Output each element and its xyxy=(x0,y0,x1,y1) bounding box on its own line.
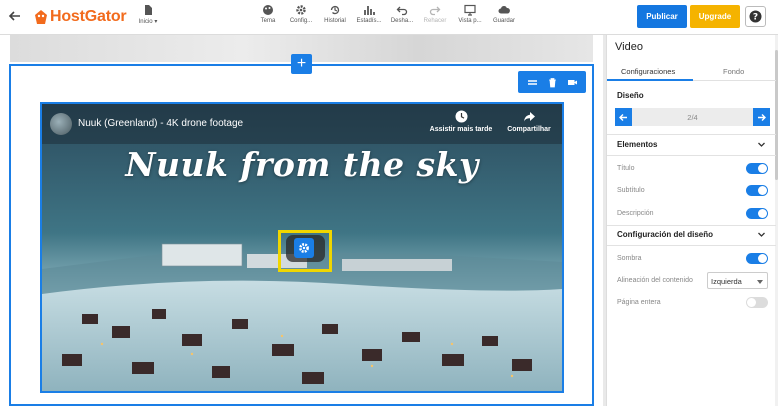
toolbar-estadisticas[interactable]: Estadís... xyxy=(354,4,384,32)
history-icon xyxy=(330,5,340,15)
elements-section-header[interactable]: Elementos xyxy=(617,140,657,149)
brand-name: HostGator xyxy=(50,8,127,25)
editor-canvas: + Nuuk (Greenland) - 4K drone footage As… xyxy=(0,35,603,406)
divider xyxy=(607,134,776,135)
alignment-select[interactable]: Izquierda xyxy=(707,272,768,289)
subtitle-toggle[interactable] xyxy=(746,185,768,196)
toolbar-guardar[interactable]: Guardar xyxy=(490,4,518,32)
design-pager: 2/4 xyxy=(615,108,770,126)
help-button[interactable]: ? xyxy=(745,6,766,27)
clock-icon xyxy=(455,110,467,123)
publish-button[interactable]: Publicar xyxy=(637,5,687,28)
gator-icon xyxy=(35,10,47,24)
alignment-value: Izquierda xyxy=(711,277,742,286)
panel-tabs: Configuraciones Fondo xyxy=(607,60,776,81)
brand-logo[interactable]: HostGator xyxy=(34,7,127,27)
gear-icon xyxy=(299,243,309,253)
tab-fondo[interactable]: Fondo xyxy=(723,67,744,76)
title-toggle[interactable] xyxy=(746,163,768,174)
page-icon xyxy=(145,5,152,15)
toolbar-config[interactable]: Config... xyxy=(287,4,315,32)
chevron-down-icon[interactable] xyxy=(757,140,766,149)
share-icon xyxy=(523,112,535,122)
plus-icon: + xyxy=(296,55,307,72)
block-settings-button[interactable] xyxy=(294,238,314,258)
toolbar-inicio[interactable]: Inicio ▾ xyxy=(133,4,163,32)
redo-icon xyxy=(429,6,441,16)
caret-down-icon xyxy=(757,280,763,284)
divider xyxy=(607,225,776,226)
video-player[interactable]: Nuuk (Greenland) - 4K drone footage Assi… xyxy=(40,102,564,393)
chevron-down-icon[interactable] xyxy=(757,230,766,239)
caret-down-icon: ▾ xyxy=(154,19,158,25)
toolbar-tema[interactable]: Tema xyxy=(256,4,280,32)
toolbar-rehacer[interactable]: Rehacer xyxy=(421,4,449,32)
toolbar-vista-previa[interactable]: Vista p... xyxy=(455,4,485,32)
video-overlay-title: Nuuk from the sky xyxy=(125,145,479,184)
video-camera-icon[interactable] xyxy=(567,77,578,88)
arrow-right-icon xyxy=(758,113,766,121)
description-toggle-label: Descripción xyxy=(617,210,654,217)
design-page-indicator: 2/4 xyxy=(687,113,698,122)
layout-config-header[interactable]: Configuración del diseño xyxy=(617,230,713,239)
toolbar-historial[interactable]: Historial xyxy=(321,4,349,32)
settings-panel: Video Configuraciones Fondo Diseño 2/4 E… xyxy=(606,35,778,406)
drag-handle-icon[interactable] xyxy=(527,77,538,88)
share-button[interactable]: Compartilhar xyxy=(502,110,556,133)
full-page-toggle[interactable] xyxy=(746,297,768,308)
shadow-toggle[interactable] xyxy=(746,253,768,264)
undo-icon xyxy=(396,6,408,16)
toolbar-deshacer[interactable]: Desha... xyxy=(389,4,415,32)
top-bar: HostGator Inicio ▾ Tema Config... Histor… xyxy=(0,0,778,35)
tab-configuraciones[interactable]: Configuraciones xyxy=(621,67,675,76)
section-toolbar xyxy=(518,71,586,93)
shadow-toggle-label: Sombra xyxy=(617,255,642,262)
bar-chart-icon xyxy=(364,6,375,15)
gear-icon xyxy=(296,5,306,15)
back-arrow-icon[interactable] xyxy=(8,9,22,25)
divider xyxy=(607,155,776,156)
full-page-toggle-label: Página entera xyxy=(617,299,661,306)
design-next-button[interactable] xyxy=(753,108,770,126)
active-tab-indicator xyxy=(607,79,693,81)
add-section-button[interactable]: + xyxy=(291,54,312,74)
monitor-icon xyxy=(464,4,476,16)
help-icon: ? xyxy=(749,10,762,23)
title-toggle-label: Título xyxy=(617,165,635,172)
trash-icon[interactable] xyxy=(547,77,558,88)
channel-avatar[interactable] xyxy=(50,113,72,135)
svg-text:?: ? xyxy=(753,13,758,23)
cloud-icon xyxy=(498,5,510,14)
watch-later-button[interactable]: Assistir mais tarde xyxy=(426,110,496,133)
panel-title: Video xyxy=(615,41,643,53)
upgrade-button[interactable]: Upgrade xyxy=(690,5,740,28)
alignment-label: Alineación del contenido xyxy=(617,277,693,284)
video-title[interactable]: Nuuk (Greenland) - 4K drone footage xyxy=(78,118,243,129)
palette-icon xyxy=(263,5,273,15)
description-toggle[interactable] xyxy=(746,208,768,219)
divider xyxy=(607,245,776,246)
design-heading: Diseño xyxy=(617,91,644,100)
subtitle-toggle-label: Subtítulo xyxy=(617,187,645,194)
